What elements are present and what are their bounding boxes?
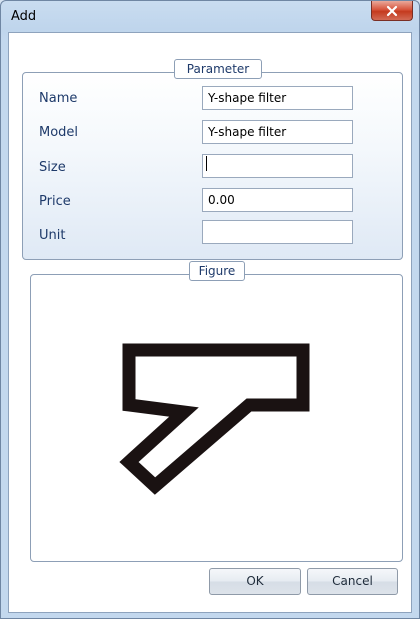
cancel-button[interactable]: Cancel (307, 568, 398, 595)
size-label: Size (39, 160, 66, 175)
dialog-title: Add (11, 9, 37, 24)
model-label: Model (39, 125, 79, 140)
figure-legend: Figure (189, 261, 245, 281)
size-input[interactable] (202, 154, 353, 178)
unit-input[interactable] (202, 220, 353, 244)
ok-button[interactable]: OK (209, 568, 301, 595)
price-label: Price (39, 194, 71, 209)
price-input[interactable] (202, 188, 353, 212)
unit-label: Unit (39, 228, 66, 243)
title-bar[interactable]: Add (1, 1, 419, 31)
name-label: Name (39, 91, 78, 106)
parameter-legend: Parameter (174, 59, 262, 79)
y-shape-filter-icon (119, 343, 310, 495)
model-input[interactable] (202, 120, 353, 144)
figure-image-area (31, 281, 402, 561)
close-icon (386, 5, 398, 16)
text-caret (206, 156, 207, 171)
close-button[interactable] (371, 1, 413, 21)
name-input[interactable] (202, 86, 353, 110)
